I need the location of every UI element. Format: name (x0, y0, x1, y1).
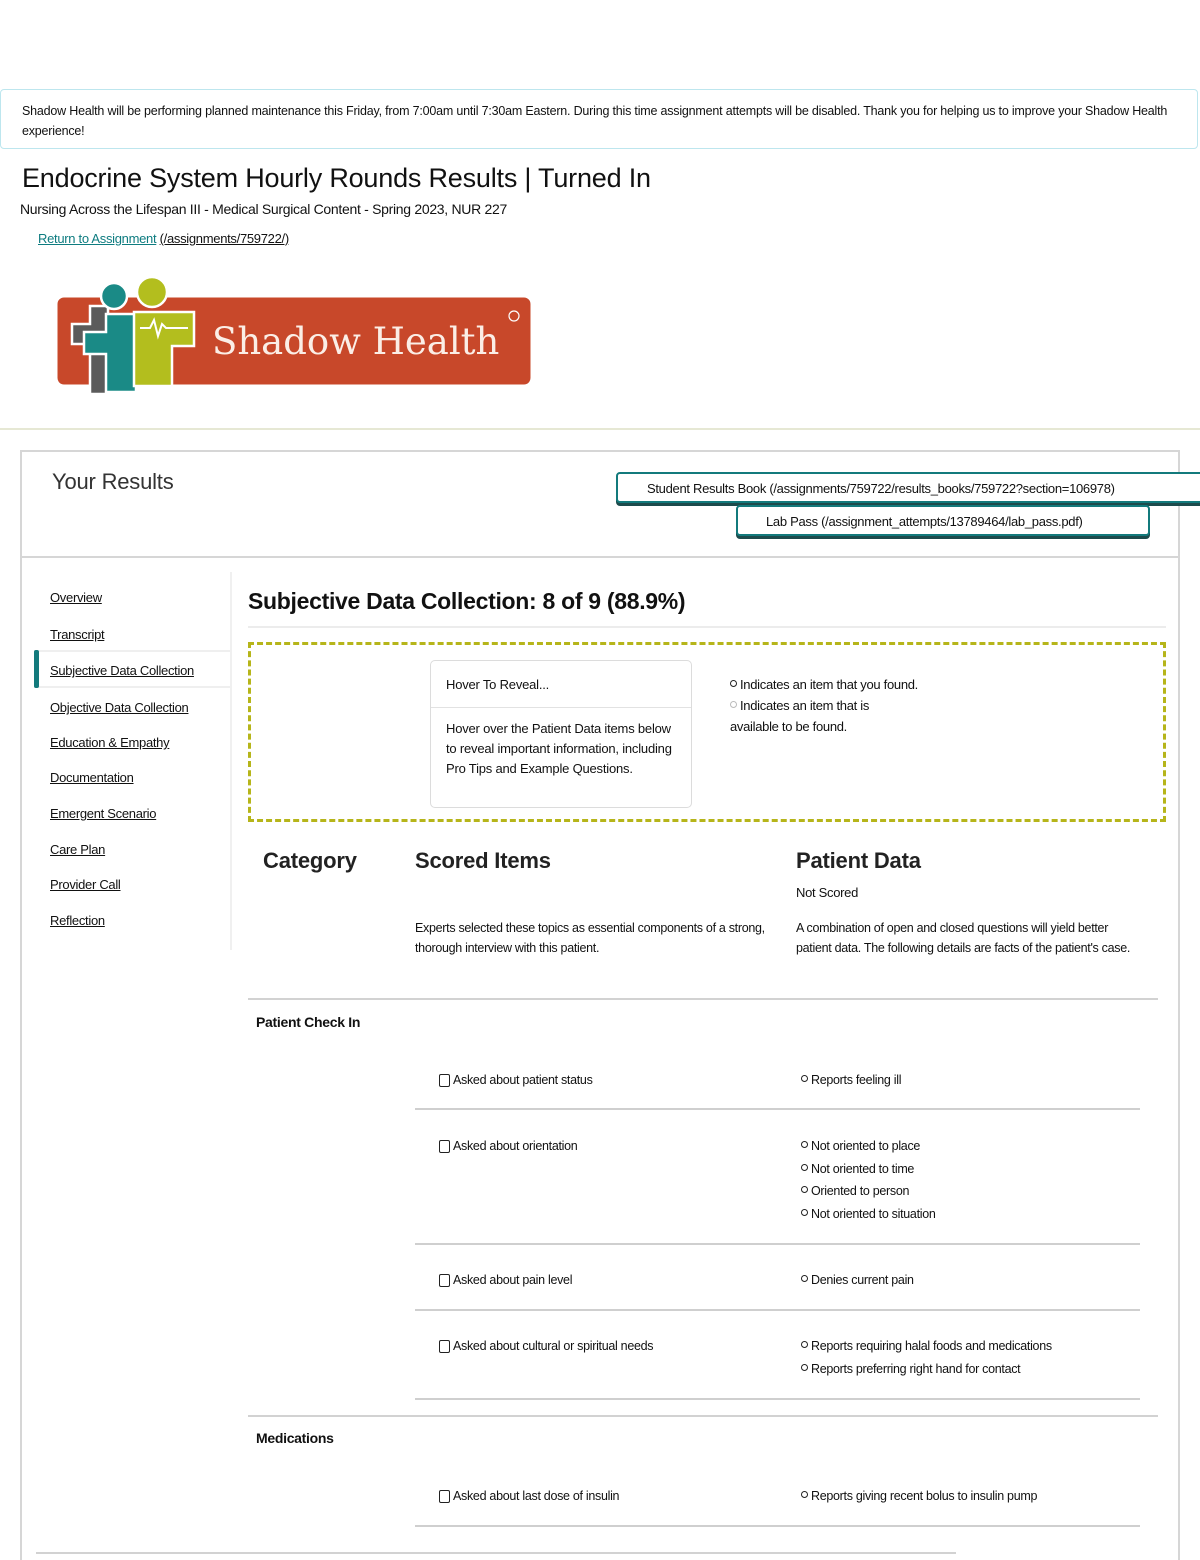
found-dot-icon (730, 680, 737, 687)
return-path: (/assignments/759722/) (159, 231, 290, 246)
title-divider (248, 626, 1166, 628)
category-divider (248, 1415, 1158, 1417)
legend-key: Indicates an item that you found. Indica… (730, 674, 920, 737)
patient-data-item[interactable]: Not oriented to time (801, 1162, 936, 1185)
return-to-assignment-link[interactable]: Return to Assignment (38, 231, 157, 246)
found-dot-icon (801, 1186, 808, 1193)
sidebar-item-reflection[interactable]: Reflection (50, 913, 105, 928)
patient-data-list: Denies current pain (801, 1273, 914, 1296)
sidebar-item-subjective-data-collection[interactable]: Subjective Data Collection (50, 663, 194, 678)
patient-data-list: Reports feeling ill (801, 1073, 901, 1096)
student-results-book-button[interactable]: Student Results Book (/assignments/75972… (616, 472, 1200, 503)
found-dot-icon (801, 1363, 808, 1371)
legend-found: Indicates an item that you found. (730, 674, 920, 695)
lab-pass-button[interactable]: Lab Pass (/assignment_attempts/13789464/… (736, 505, 1150, 536)
legend-available: Indicates an item that is available to b… (730, 695, 920, 737)
row-divider (415, 1309, 1140, 1311)
column-header-scored-items: Scored Items (415, 848, 551, 873)
found-dot-icon (801, 1163, 808, 1171)
page-title: Endocrine System Hourly Rounds Results |… (22, 163, 651, 193)
category-label: Medications (256, 1430, 334, 1446)
sidebar-item-transcript[interactable]: Transcript (50, 627, 105, 642)
patient-data-description: A combination of open and closed questio… (796, 921, 1131, 955)
patient-data-item[interactable]: Oriented to person (801, 1184, 936, 1207)
patient-data-list: Reports requiring halal foods and medica… (801, 1339, 1052, 1384)
section-score-title: Subjective Data Collection: 8 of 9 (88.9… (248, 588, 686, 614)
scored-item-row: Asked about last dose of insulin (439, 1489, 620, 1503)
shadow-health-logo: Shadow Health (54, 275, 534, 396)
scored-item-row: Asked about orientation (439, 1139, 578, 1153)
logo-text: Shadow Health (212, 320, 499, 363)
scored-item-row: Asked about pain level (439, 1273, 572, 1287)
patient-data-item[interactable]: Reports giving recent bolus to insulin p… (801, 1489, 1037, 1512)
return-to-assignment: Return to Assignment (/assignments/75972… (38, 231, 289, 246)
sidebar-item-objective-data-collection[interactable]: Objective Data Collection (50, 700, 189, 715)
results-header: Your Results Student Results Book (/assi… (22, 452, 1200, 558)
row-divider (415, 1398, 1140, 1400)
results-sidebar: Overview Transcript Subjective Data Coll… (22, 572, 232, 950)
sidebar-item-education-empathy[interactable]: Education & Empathy (50, 735, 170, 750)
column-header-patient-data: Patient Data (796, 848, 921, 873)
legend-available-text: Indicates an item that is available to b… (730, 698, 870, 734)
sidebar-item-overview[interactable]: Overview (50, 590, 102, 605)
scored-items-description: Experts selected these topics as essenti… (415, 921, 765, 955)
sidebar-item-provider-call[interactable]: Provider Call (50, 877, 121, 892)
hover-to-reveal-card[interactable]: Hover To Reveal... Hover over the Patien… (430, 660, 692, 808)
scored-item-label: Asked about last dose of insulin (453, 1489, 620, 1503)
patient-data-list: Not oriented to place Not oriented to ti… (801, 1139, 936, 1229)
patient-data-item[interactable]: Reports feeling ill (801, 1073, 901, 1096)
sidebar-item-care-plan[interactable]: Care Plan (50, 842, 105, 857)
scored-item-label: Asked about orientation (453, 1139, 578, 1153)
row-divider (415, 1108, 1140, 1110)
hover-card-body: Hover over the Patient Data items below … (446, 721, 672, 776)
maintenance-notice: Shadow Health will be performing planned… (0, 89, 1198, 149)
found-dot-icon (801, 1275, 808, 1282)
sidebar-item-documentation[interactable]: Documentation (50, 770, 134, 785)
scored-item-label: Asked about patient status (453, 1073, 593, 1087)
item-checkbox[interactable] (439, 1490, 450, 1503)
scored-item-label: Asked about pain level (453, 1273, 573, 1287)
category-label: Patient Check In (256, 1014, 361, 1030)
active-bar (34, 650, 39, 688)
item-checkbox[interactable] (439, 1274, 450, 1287)
your-results-heading: Your Results (52, 469, 174, 494)
patient-data-item[interactable]: Denies current pain (801, 1273, 914, 1296)
sidebar-item-emergent-scenario[interactable]: Emergent Scenario (50, 806, 156, 821)
scored-item-row: Asked about cultural or spiritual needs (439, 1339, 654, 1353)
found-dot-icon (801, 1075, 808, 1082)
found-dot-icon (801, 1491, 808, 1498)
course-name: Nursing Across the Lifespan III - Medica… (20, 201, 507, 217)
column-header-category: Category (263, 848, 357, 873)
found-dot-icon (801, 1208, 808, 1216)
results-panel: Your Results Student Results Book (/assi… (20, 450, 1200, 1560)
hover-card-title: Hover To Reveal... (446, 677, 550, 692)
item-checkbox[interactable] (439, 1074, 450, 1087)
item-checkbox[interactable] (439, 1340, 450, 1353)
scored-item-row: Asked about patient status (439, 1073, 593, 1087)
scored-item-label: Asked about cultural or spiritual needs (453, 1339, 654, 1353)
hover-card-divider (431, 707, 691, 708)
item-checkbox[interactable] (439, 1140, 450, 1153)
patient-data-item[interactable]: Not oriented to situation (801, 1207, 936, 1230)
patient-data-list: Reports giving recent bolus to insulin p… (801, 1489, 1037, 1512)
category-divider (248, 998, 1158, 1000)
row-divider (415, 1525, 1140, 1527)
available-dot-icon (730, 701, 737, 708)
found-dot-icon (801, 1341, 808, 1348)
not-scored-label: Not Scored (796, 885, 859, 900)
found-dot-icon (801, 1141, 808, 1148)
bottom-divider (36, 1552, 956, 1554)
patient-data-item[interactable]: Reports requiring halal foods and medica… (801, 1339, 1052, 1362)
patient-data-item[interactable]: Reports preferring right hand for contac… (801, 1362, 1052, 1385)
legend-box: Hover To Reveal... Hover over the Patien… (248, 642, 1166, 822)
legend-found-text: Indicates an item that you found. (740, 677, 918, 692)
header-divider (0, 428, 1200, 430)
row-divider (415, 1243, 1140, 1245)
patient-data-item[interactable]: Not oriented to place (801, 1139, 936, 1162)
notice-text: Shadow Health will be performing planned… (22, 104, 1168, 138)
